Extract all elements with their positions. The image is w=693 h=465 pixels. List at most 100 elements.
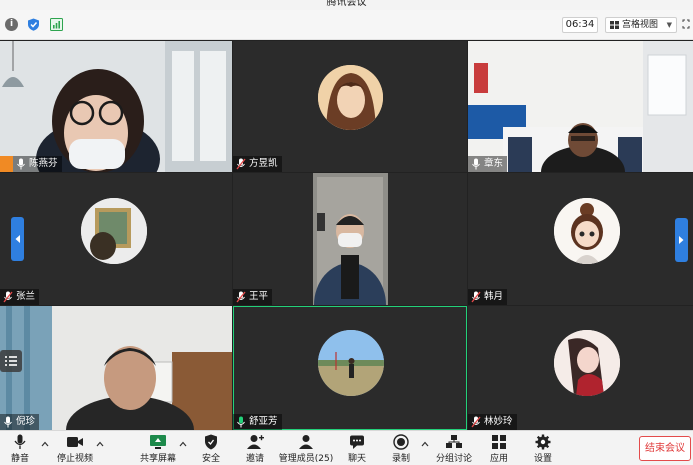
microphone-icon — [4, 416, 12, 428]
chevron-up-icon[interactable] — [179, 441, 187, 447]
chat-icon — [350, 435, 364, 449]
apps-label: 应用 — [489, 454, 508, 464]
participant-tile[interactable]: 张兰 — [0, 173, 232, 305]
participant-avatar — [318, 65, 383, 130]
microphone-icon — [472, 158, 480, 170]
chevron-up-icon[interactable] — [421, 441, 429, 447]
participant-name-tag: 陈燕芬 — [13, 156, 62, 172]
apps-button[interactable]: 应用 — [485, 431, 513, 465]
participant-tile[interactable]: 陈燕芬 — [0, 41, 232, 172]
participant-video — [0, 306, 232, 430]
participant-name: 陈燕芬 — [29, 158, 58, 169]
record-label: 录制 — [391, 454, 410, 464]
participant-tile[interactable]: 方昱凯 — [233, 41, 467, 172]
manage-members-label: 管理成员(25) — [278, 454, 334, 464]
participant-name: 林妙玲 — [484, 416, 513, 427]
microphone-icon — [14, 434, 26, 449]
participant-name-tag: 舒亚芳 — [233, 414, 282, 430]
participant-video — [0, 41, 232, 172]
breakout-rooms-label: 分组讨论 — [435, 454, 472, 464]
participant-name-tag: 方昱凯 — [233, 156, 282, 172]
microphone-icon — [17, 158, 25, 170]
meeting-timer: 06:34 — [562, 17, 598, 33]
microphone-speaking-icon — [237, 416, 245, 428]
members-icon — [299, 435, 313, 449]
title-bar: 腾讯会议 — [0, 0, 693, 10]
microphone-muted-icon — [471, 291, 481, 303]
previous-page-button[interactable] — [11, 217, 24, 261]
window-title: 腾讯会议 — [326, 0, 367, 8]
participant-avatar — [318, 330, 384, 396]
participant-tile[interactable]: 林妙玲 — [468, 306, 693, 430]
signal-icon[interactable] — [50, 18, 63, 31]
participant-tile[interactable]: 王平 — [233, 173, 467, 305]
video-camera-icon — [67, 437, 83, 447]
fullscreen-icon[interactable] — [682, 19, 690, 29]
chevron-up-icon[interactable] — [41, 441, 49, 447]
apps-icon — [492, 435, 506, 449]
chevron-left-icon — [15, 235, 20, 243]
stop-video-label: 停止视频 — [56, 454, 93, 464]
microphone-muted-icon — [3, 291, 13, 303]
participant-name-tag: 倪珍 — [0, 414, 40, 430]
participant-name: 张兰 — [16, 291, 36, 302]
chat-label: 聊天 — [347, 454, 366, 464]
participant-name-tag: 林妙玲 — [468, 414, 517, 430]
breakout-rooms-button[interactable]: 分组讨论 — [434, 431, 474, 465]
member-list-toggle[interactable] — [0, 350, 22, 372]
breakout-rooms-icon — [446, 435, 462, 448]
participant-tile[interactable]: 舒亚芳 — [233, 306, 467, 430]
status-bar: i 06:34 宫格视图 ▼ — [0, 10, 693, 40]
participant-name-tag: 韩月 — [468, 289, 508, 305]
microphone-muted-icon — [236, 291, 246, 303]
info-icon[interactable]: i — [5, 18, 18, 31]
participant-name-tag: 章东 — [468, 156, 508, 172]
host-badge — [0, 156, 13, 172]
participant-name: 王平 — [249, 291, 269, 302]
chevron-right-icon — [679, 236, 684, 244]
participant-tile[interactable]: 章东 — [468, 41, 693, 172]
view-mode-button[interactable]: 宫格视图 ▼ — [605, 17, 677, 33]
next-page-button[interactable] — [675, 218, 688, 262]
security-label: 安全 — [201, 454, 220, 464]
participant-avatar — [554, 330, 620, 396]
participant-avatar — [81, 198, 147, 264]
participant-video — [468, 41, 693, 172]
shield-icon — [205, 434, 217, 450]
settings-button[interactable]: 设置 — [528, 431, 558, 465]
view-mode-label: 宫格视图 — [622, 20, 659, 30]
chevron-down-icon: ▼ — [666, 21, 672, 29]
record-button[interactable]: 录制 — [386, 431, 416, 465]
list-icon — [5, 356, 17, 366]
microphone-muted-icon — [236, 158, 246, 170]
participant-name: 舒亚芳 — [249, 416, 278, 427]
chat-button[interactable]: 聊天 — [342, 431, 372, 465]
shield-icon[interactable] — [27, 18, 40, 31]
gear-icon — [535, 434, 551, 450]
mute-button[interactable]: 静音 — [2, 431, 38, 465]
participant-name: 章东 — [484, 158, 504, 169]
share-screen-label: 共享屏幕 — [139, 454, 176, 464]
mute-label: 静音 — [10, 454, 29, 464]
participant-tile[interactable]: 韩月 — [468, 173, 693, 305]
microphone-muted-icon — [471, 416, 481, 428]
manage-members-button[interactable]: 管理成员(25) — [278, 431, 334, 465]
participant-name: 倪珍 — [16, 416, 36, 427]
participant-name: 方昱凯 — [249, 158, 278, 169]
participant-name-tag: 张兰 — [0, 289, 40, 305]
security-button[interactable]: 安全 — [195, 431, 227, 465]
record-icon — [393, 434, 409, 450]
invite-button[interactable]: 邀请 — [239, 431, 271, 465]
share-screen-button[interactable]: 共享屏幕 — [138, 431, 178, 465]
meeting-window: 腾讯会议 i 06:34 宫格视图 ▼ 陈燕芬 方昱凯 章东 张兰 王平 韩月 … — [0, 0, 693, 465]
participant-name: 韩月 — [484, 291, 504, 302]
add-person-icon — [247, 435, 264, 449]
chevron-up-icon[interactable] — [96, 441, 104, 447]
participant-avatar — [554, 198, 620, 264]
settings-label: 设置 — [533, 454, 552, 464]
end-meeting-button[interactable]: 结束会议 — [639, 436, 691, 461]
invite-label: 邀请 — [245, 454, 264, 464]
participant-tile[interactable]: 倪珍 — [0, 306, 232, 430]
stop-video-button[interactable]: 停止视频 — [55, 431, 95, 465]
participant-name-tag: 王平 — [233, 289, 273, 305]
